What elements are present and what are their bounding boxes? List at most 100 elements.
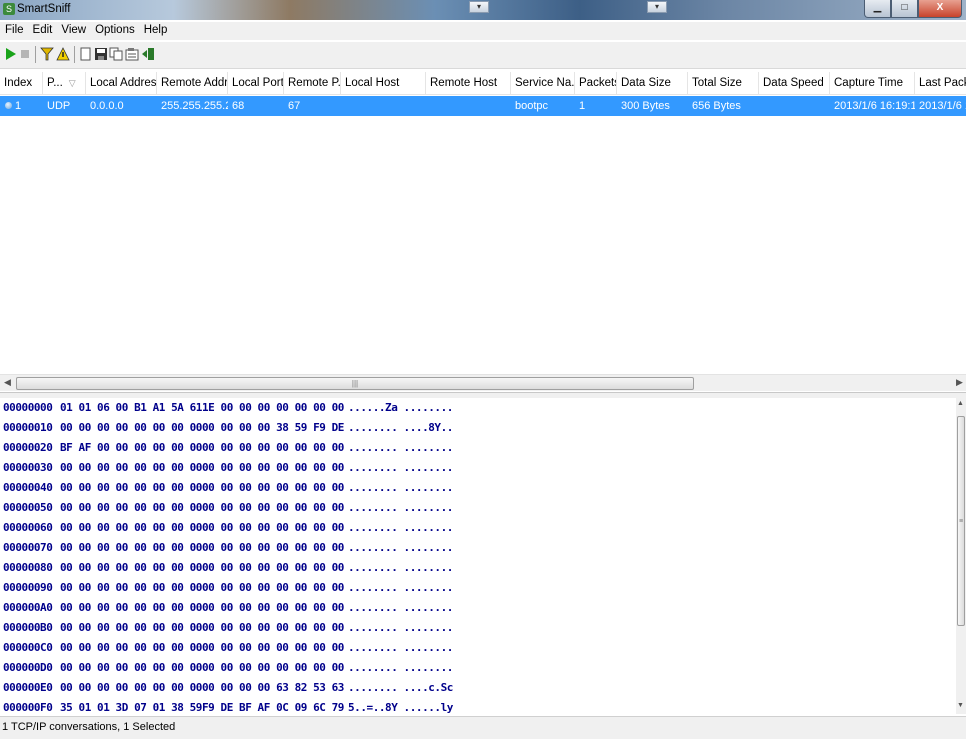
hex-bytes: 35 01 01 3D 07 01 38 59 xyxy=(60,701,202,714)
hex-bytes: 00 00 00 00 00 00 00 00 xyxy=(60,621,202,634)
hex-bytes: 00 00 00 00 00 00 00 00 xyxy=(202,621,344,634)
cell-total-size: 656 Bytes xyxy=(692,100,741,112)
hex-bytes: 00 00 00 00 00 00 00 00 xyxy=(60,501,202,514)
cell-local-port: 68 xyxy=(232,100,245,112)
vertical-scroll-thumb[interactable]: ≡ xyxy=(957,416,965,626)
column-data-speed[interactable]: Data Speed xyxy=(759,72,830,94)
hex-ascii: ........ ........ xyxy=(348,661,453,674)
menu-view[interactable]: View xyxy=(56,22,90,40)
hex-ascii: ........ ........ xyxy=(348,561,453,574)
cell-last-packet: 2013/1/6 1( xyxy=(919,100,966,112)
hex-ascii: ........ ........ xyxy=(348,521,453,534)
exit-icon[interactable] xyxy=(141,47,155,61)
column-service-name[interactable]: Service Na... xyxy=(511,72,575,94)
menu-help[interactable]: Help xyxy=(139,22,172,40)
stop-capture-icon[interactable] xyxy=(19,47,33,61)
hex-offset: 00000010 xyxy=(3,421,53,434)
hex-bytes: 00 00 00 00 00 00 00 00 xyxy=(60,601,202,614)
hex-bytes: 00 00 00 00 00 00 00 00 xyxy=(60,461,202,474)
menu-options[interactable]: Options xyxy=(90,22,139,40)
display-filter-icon[interactable] xyxy=(40,47,54,61)
maximize-button[interactable]: □ xyxy=(891,0,918,18)
cell-local-address: 0.0.0.0 xyxy=(90,100,124,112)
capture-filter-icon[interactable] xyxy=(56,47,70,61)
smartsniff-app-icon: S xyxy=(3,3,15,15)
column-total-size[interactable]: Total Size xyxy=(688,72,759,94)
hex-bytes: 00 00 00 00 00 00 00 00 xyxy=(202,481,344,494)
hex-bytes: 00 00 00 00 00 00 00 00 xyxy=(60,521,202,534)
chevron-down-icon: ▾ xyxy=(647,1,667,13)
scroll-right-icon[interactable]: ▶ xyxy=(956,377,963,388)
hex-bytes: 00 00 00 00 00 00 00 00 xyxy=(60,561,202,574)
hex-offset: 00000050 xyxy=(3,501,53,514)
column-index[interactable]: Index xyxy=(0,72,43,94)
hex-ascii: ........ ........ xyxy=(348,601,453,614)
hex-dump-pane[interactable]: 00000000 01 01 06 00 B1 A1 5A 61 1E 00 00 … xyxy=(0,398,956,714)
minimize-button[interactable]: ▁ xyxy=(864,0,891,18)
horizontal-scroll-thumb[interactable]: ||| xyxy=(16,377,694,390)
new-icon[interactable] xyxy=(79,47,93,61)
hex-offset: 000000B0 xyxy=(3,621,53,634)
start-capture-icon[interactable] xyxy=(4,47,18,61)
menu-bar: File Edit View Options Help xyxy=(0,22,966,40)
column-remote-address[interactable]: Remote Addr... xyxy=(157,72,228,94)
hex-bytes: 00 00 00 00 00 00 00 00 xyxy=(202,501,344,514)
table-row[interactable]: 1 UDP 0.0.0.0 255.255.255.2... 68 67 boo… xyxy=(0,96,966,116)
hex-bytes: 00 00 00 00 00 00 00 00 xyxy=(202,461,344,474)
close-button[interactable]: X xyxy=(918,0,962,18)
hex-ascii: ........ ........ xyxy=(348,641,453,654)
hex-ascii: ........ ........ xyxy=(348,581,453,594)
hex-offset: 00000090 xyxy=(3,581,53,594)
hex-offset: 00000000 xyxy=(3,401,53,414)
column-local-address[interactable]: Local Address xyxy=(86,72,157,94)
hex-ascii: ........ ....c.Sc xyxy=(348,681,453,694)
toolbar xyxy=(0,42,966,69)
column-protocol-label: P... xyxy=(47,77,63,89)
column-protocol[interactable]: P... ▽ xyxy=(43,72,86,94)
hex-ascii: ........ ........ xyxy=(348,541,453,554)
hex-bytes: 00 00 00 00 00 00 00 00 xyxy=(202,521,344,534)
hex-bytes: 00 00 00 00 38 59 F9 DE xyxy=(202,421,344,434)
column-remote-host[interactable]: Remote Host xyxy=(426,72,511,94)
scroll-left-icon[interactable]: ◀ xyxy=(4,377,11,388)
vertical-scrollbar[interactable]: ▲ ≡ ▼ xyxy=(956,398,966,714)
hex-offset: 00000060 xyxy=(3,521,53,534)
hex-bytes: 00 00 00 00 00 00 00 00 xyxy=(202,561,344,574)
hex-ascii: ......Za ........ xyxy=(348,401,453,414)
scroll-down-icon[interactable]: ▼ xyxy=(957,702,964,709)
chevron-down-icon: ▾ xyxy=(469,1,489,13)
scroll-up-icon[interactable]: ▲ xyxy=(957,400,964,407)
hex-offset: 00000020 xyxy=(3,441,53,454)
column-last-packet[interactable]: Last Packet xyxy=(915,72,966,94)
hex-ascii: ........ ........ xyxy=(348,441,453,454)
column-packets[interactable]: Packets xyxy=(575,72,617,94)
save-icon[interactable] xyxy=(94,47,108,61)
sort-indicator-icon: ▽ xyxy=(68,78,76,88)
cell-index: 1 xyxy=(15,100,22,112)
column-remote-port[interactable]: Remote P... xyxy=(284,72,341,94)
hex-ascii: ........ ....8Y.. xyxy=(348,421,453,434)
column-local-host[interactable]: Local Host xyxy=(341,72,426,94)
column-local-port[interactable]: Local Port xyxy=(228,72,284,94)
copy-icon[interactable] xyxy=(109,47,123,61)
menu-edit[interactable]: Edit xyxy=(28,22,57,40)
column-header: Index P... ▽ Local Address Remote Addr...… xyxy=(0,72,966,95)
hex-bytes: 00 00 00 00 63 82 53 63 xyxy=(202,681,344,694)
cell-remote-port: 67 xyxy=(288,100,301,112)
horizontal-scrollbar[interactable]: ◀ ||| ▶ xyxy=(0,374,966,391)
hex-bytes: 00 00 00 00 00 00 00 00 xyxy=(60,681,202,694)
hex-offset: 000000C0 xyxy=(3,641,53,654)
toolbar-separator xyxy=(35,46,36,63)
column-capture-time[interactable]: Capture Time xyxy=(830,72,915,94)
cell-local-host xyxy=(341,96,426,116)
hex-bytes: 00 00 00 00 00 00 00 00 xyxy=(202,661,344,674)
hex-offset: 000000E0 xyxy=(3,681,53,694)
column-data-size[interactable]: Data Size xyxy=(617,72,688,94)
menu-file[interactable]: File xyxy=(0,22,28,40)
toolbar-separator xyxy=(74,46,75,63)
conversation-list[interactable]: Index P... ▽ Local Address Remote Addr...… xyxy=(0,72,966,372)
hex-bytes: 00 00 00 00 00 00 00 00 xyxy=(202,581,344,594)
properties-icon[interactable] xyxy=(125,47,139,61)
hex-offset: 00000040 xyxy=(3,481,53,494)
status-text: 1 TCP/IP conversations, 1 Selected xyxy=(2,721,176,733)
